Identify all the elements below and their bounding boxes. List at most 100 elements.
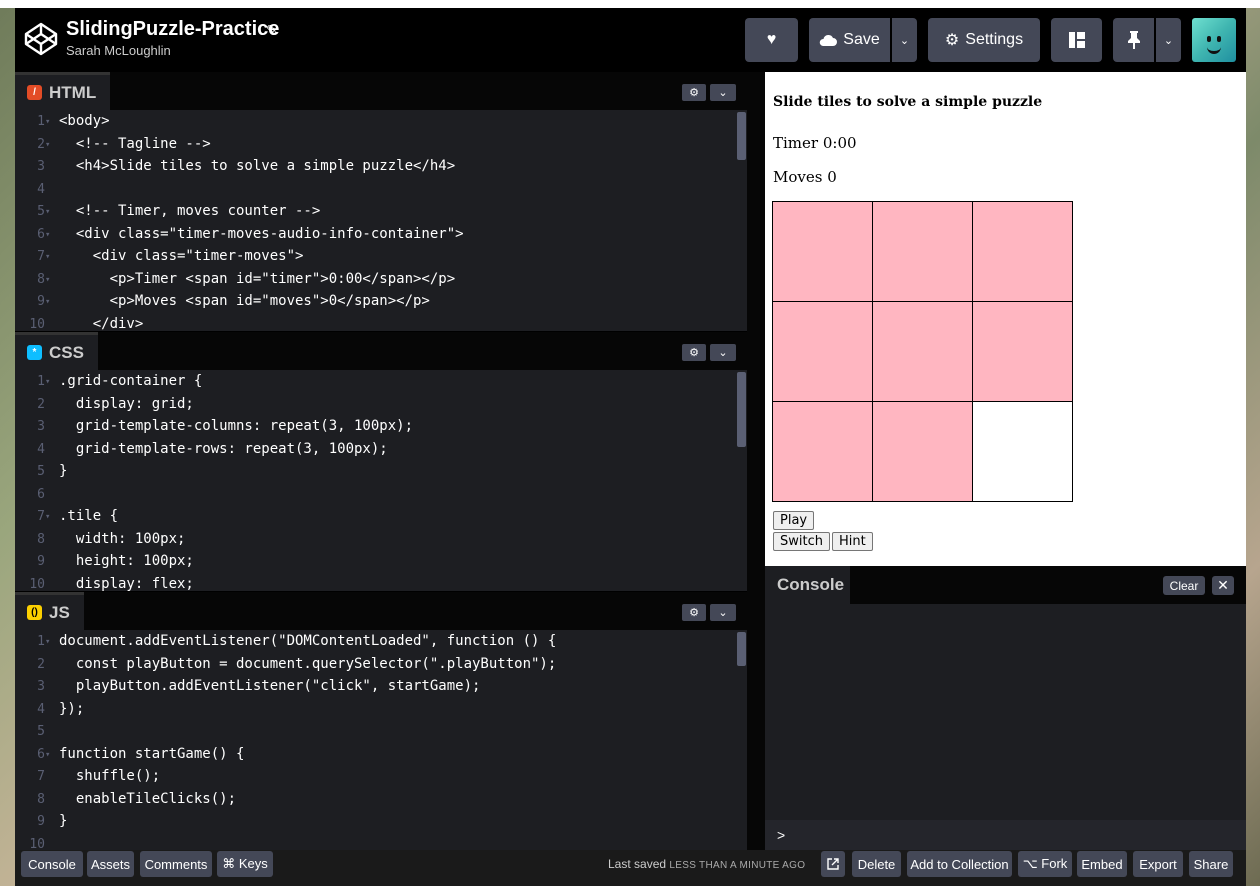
chevron-down-icon: ⌄ <box>718 607 728 619</box>
line-number: 10 <box>29 316 45 332</box>
gear-icon: ⚙ <box>944 32 960 49</box>
puzzle-tile[interactable] <box>972 301 1073 402</box>
code-line: } <box>59 813 68 829</box>
delete-button[interactable]: Delete <box>852 851 901 877</box>
line-number: 9 <box>37 554 45 569</box>
pin-options-button[interactable]: ⌄ <box>1156 18 1181 62</box>
footer-bar: Console Assets Comments ⌘ Keys Last save… <box>15 850 1246 886</box>
puzzle-tile[interactable] <box>872 201 973 302</box>
open-external-button[interactable] <box>821 851 845 877</box>
gear-icon: ⚙ <box>689 87 699 99</box>
js-scrollbar[interactable] <box>737 632 746 666</box>
fork-button[interactable]: ⌥ Fork <box>1018 851 1072 877</box>
code-line: } <box>59 463 68 479</box>
save-button[interactable]: Save <box>809 18 890 62</box>
code-line: shuffle(); <box>59 768 161 784</box>
author-name[interactable]: Sarah McLoughlin <box>66 43 171 58</box>
html-collapse-button[interactable]: ⌄ <box>710 84 736 101</box>
html-editor-pane: / HTML ⚙ ⌄ 1 ▾ <body> 2 ▾ <!-- Tagline --> 3 … <box>15 72 747 331</box>
gear-icon: ⚙ <box>689 347 699 359</box>
html-settings-button[interactable]: ⚙ <box>682 84 706 101</box>
code-line: display: flex; <box>59 575 194 592</box>
line-number: 5 <box>37 464 45 479</box>
line-number: 3 <box>37 159 45 174</box>
fold-toggle-icon[interactable]: ▾ <box>45 297 50 307</box>
fold-toggle-icon[interactable]: ▾ <box>45 252 50 262</box>
html-pane-tab[interactable]: / HTML <box>15 72 111 110</box>
line-number: 9 <box>37 294 45 309</box>
embed-button[interactable]: Embed <box>1077 851 1127 877</box>
js-code-editor[interactable]: 1 ▾ document.addEventListener("DOMContentL… <box>15 630 747 850</box>
puzzle-tile[interactable] <box>872 301 973 402</box>
js-pane-header: () JS ⚙ ⌄ <box>15 592 747 630</box>
puzzle-empty-slot[interactable] <box>972 401 1073 502</box>
fold-toggle-icon[interactable]: ▾ <box>45 512 50 522</box>
puzzle-tile[interactable] <box>772 301 873 402</box>
code-line: <h4>Slide tiles to solve a simple puzzle… <box>59 158 456 174</box>
js-collapse-button[interactable]: ⌄ <box>710 604 736 621</box>
keys-button[interactable]: ⌘ Keys <box>217 851 273 877</box>
code-line: width: 100px; <box>59 530 186 547</box>
pane-resize-divider[interactable] <box>747 72 765 850</box>
css-settings-button[interactable]: ⚙ <box>682 344 706 361</box>
code-line: document.addEventListener("DOMContentLoa… <box>59 633 557 649</box>
change-view-button[interactable] <box>1051 18 1102 62</box>
switch-button[interactable]: Switch <box>773 532 830 551</box>
fold-toggle-icon[interactable]: ▾ <box>45 207 50 217</box>
console-button[interactable]: Console <box>21 851 83 877</box>
heart-icon: ♥ <box>766 31 777 48</box>
header-bar: SlidingPuzzle-Practice ✎ Sarah McLoughli… <box>15 8 1246 72</box>
line-number: 6 <box>37 226 45 242</box>
line-number: 8 <box>37 271 45 287</box>
user-avatar[interactable] <box>1192 18 1236 62</box>
fold-toggle-icon[interactable]: ▾ <box>45 275 50 285</box>
css-collapse-button[interactable]: ⌄ <box>710 344 736 361</box>
save-label: Save <box>843 31 880 48</box>
comments-button[interactable]: Comments <box>140 851 212 877</box>
hint-button[interactable]: Hint <box>832 532 873 551</box>
puzzle-tile[interactable] <box>972 201 1073 302</box>
assets-button[interactable]: Assets <box>87 851 134 877</box>
codepen-logo-icon[interactable] <box>23 21 59 57</box>
js-pane-tab[interactable]: () JS <box>15 592 84 630</box>
share-button[interactable]: Share <box>1189 851 1233 877</box>
console-clear-button[interactable]: Clear <box>1163 576 1205 595</box>
code-line: display: grid; <box>59 395 194 412</box>
css-pane-header: * CSS ⚙ ⌄ <box>15 332 747 370</box>
fold-toggle-icon[interactable]: ▾ <box>45 117 50 127</box>
js-settings-button[interactable]: ⚙ <box>682 604 706 621</box>
puzzle-tile[interactable] <box>872 401 973 502</box>
codepen-window: SlidingPuzzle-Practice ✎ Sarah McLoughli… <box>15 8 1246 886</box>
pen-title[interactable]: SlidingPuzzle-Practice <box>66 18 279 41</box>
love-button[interactable]: ♥ <box>745 18 798 62</box>
fold-toggle-icon[interactable]: ▾ <box>45 230 50 240</box>
css-scrollbar[interactable] <box>737 372 746 447</box>
code-line: .grid-container { <box>59 373 203 389</box>
css-code-editor[interactable]: 1 ▾ .grid-container {2 display: grid; 3 gri… <box>15 370 747 591</box>
html-code-editor[interactable]: 1 ▾ <body> 2 ▾ <!-- Tagline --> 3 <h4>Slide t… <box>15 110 747 331</box>
fold-toggle-icon[interactable]: ▾ <box>45 750 50 760</box>
edit-title-icon[interactable]: ✎ <box>266 22 278 39</box>
line-number: 7 <box>37 769 45 784</box>
css-pane-tab[interactable]: * CSS <box>15 332 98 370</box>
html-scrollbar[interactable] <box>737 112 746 160</box>
code-line: enableTileClicks(); <box>59 790 237 807</box>
css-icon: * <box>27 345 42 360</box>
console-close-button[interactable]: ✕ <box>1212 576 1234 595</box>
play-button[interactable]: Play <box>773 511 815 530</box>
console-input[interactable]: > <box>765 820 1246 850</box>
line-number: 1 <box>37 374 45 389</box>
puzzle-tile[interactable] <box>772 401 873 502</box>
pin-button[interactable] <box>1113 18 1154 62</box>
settings-button[interactable]: ⚙ Settings <box>928 18 1040 62</box>
code-line: height: 100px; <box>59 553 194 569</box>
fold-toggle-icon[interactable]: ▾ <box>45 377 50 387</box>
preview-timer: Timer 0:00 <box>773 134 857 152</box>
export-button[interactable]: Export <box>1133 851 1183 877</box>
save-options-button[interactable]: ⌄ <box>892 18 917 62</box>
fold-toggle-icon[interactable]: ▾ <box>45 637 50 647</box>
add-to-collection-button[interactable]: Add to Collection <box>907 851 1012 877</box>
puzzle-tile[interactable] <box>772 201 873 302</box>
fold-toggle-icon[interactable]: ▾ <box>45 140 50 150</box>
code-line: playButton.addEventListener("click", sta… <box>59 678 481 694</box>
